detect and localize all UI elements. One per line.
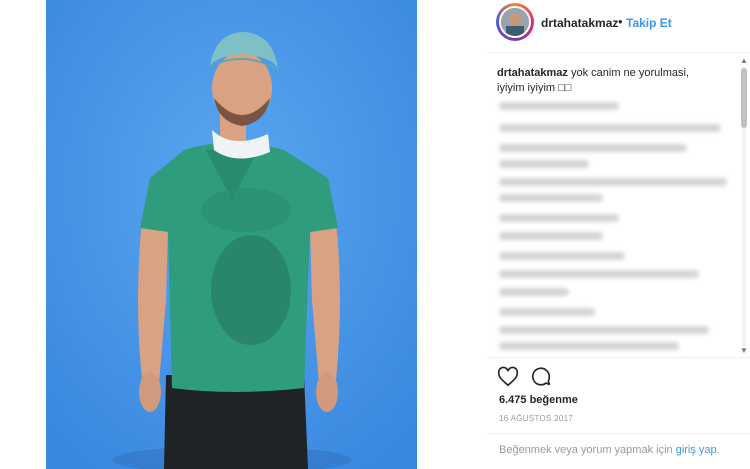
avatar-image <box>499 6 531 38</box>
like-button[interactable] <box>497 366 519 388</box>
comment-icon <box>531 367 551 386</box>
avatar-photo-icon <box>501 8 529 36</box>
post-header: drtahatakmaz • Takip Et <box>487 0 750 53</box>
blurred-comment <box>499 342 679 350</box>
login-link[interactable]: giriş yap <box>676 444 717 456</box>
post-side-panel: drtahatakmaz • Takip Et drtahatakmaz yok… <box>487 0 750 469</box>
blurred-comments <box>497 98 737 356</box>
post-caption: drtahatakmaz yok canim ne yorulmasi, iyi… <box>497 66 717 96</box>
login-prompt-text: Beğenmek veya yorum yapmak için <box>499 444 673 456</box>
scroll-down-icon[interactable]: ▼ <box>740 346 748 355</box>
avatar[interactable] <box>496 3 534 41</box>
blurred-comment <box>499 144 687 152</box>
blurred-comment <box>499 214 619 222</box>
blurred-comment <box>499 326 709 334</box>
follow-button[interactable]: Takip Et <box>626 16 672 30</box>
comments-scrollbar[interactable]: ▲ ▼ <box>740 56 748 356</box>
post-date: 16 AĞUSTOS 2017 <box>499 414 574 423</box>
blurred-comment <box>499 252 625 260</box>
header-username[interactable]: drtahatakmaz <box>541 16 618 30</box>
photo-pane <box>0 0 487 469</box>
separator-dot: • <box>618 14 623 29</box>
blurred-comment <box>499 178 727 186</box>
blurred-comment <box>499 232 603 240</box>
comment-button[interactable] <box>530 366 552 388</box>
likes-count[interactable]: 6.475 beğenme <box>499 394 578 406</box>
photo-illustration <box>46 0 417 469</box>
blurred-comment <box>499 194 603 202</box>
scrollbar-thumb[interactable] <box>741 68 747 128</box>
divider <box>487 357 750 358</box>
blurred-comment <box>499 288 569 296</box>
blurred-comment <box>499 102 619 110</box>
heart-icon <box>497 366 519 387</box>
login-prompt-suffix: . <box>716 444 720 456</box>
scroll-up-icon[interactable]: ▲ <box>740 56 748 65</box>
blurred-comment <box>499 160 589 168</box>
login-prompt: Beğenmek veya yorum yapmak için giriş ya… <box>499 443 739 458</box>
caption-username[interactable]: drtahatakmaz <box>497 67 568 79</box>
blurred-comment <box>499 308 595 316</box>
post-photo[interactable] <box>46 0 417 469</box>
blurred-comment <box>499 124 721 132</box>
divider <box>487 433 750 434</box>
blurred-comment <box>499 270 699 278</box>
